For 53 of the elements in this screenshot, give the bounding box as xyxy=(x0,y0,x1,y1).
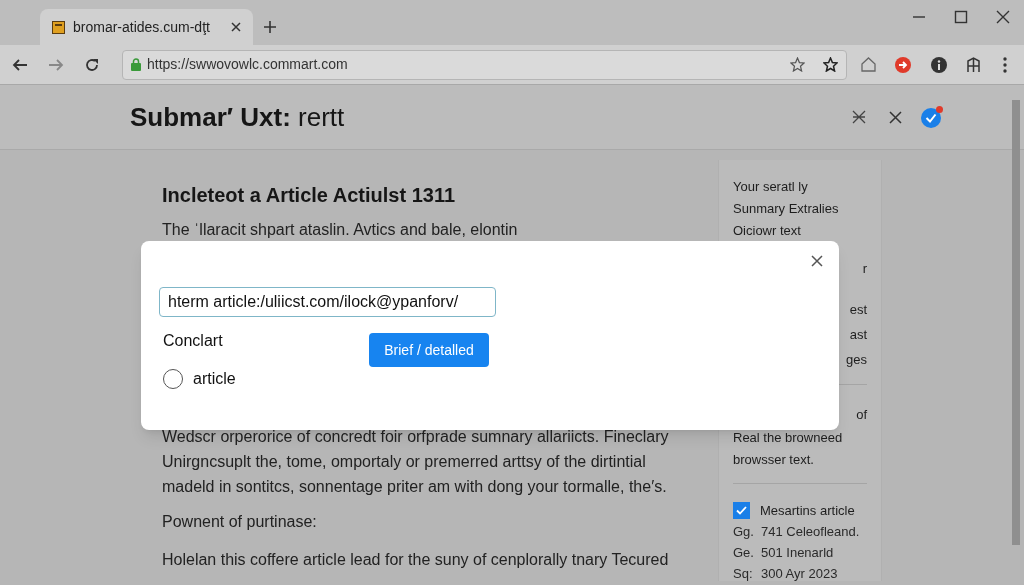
lock-icon xyxy=(131,58,141,71)
extension-icon[interactable] xyxy=(894,55,912,74)
article-intro: The ˈllaracit shpart ataslin. Avtics and bale, elontin xyxy=(162,220,519,240)
page-title: Submar′ Uxt: rertt xyxy=(130,100,346,134)
article-paragraph: Wedscr orperorice of concredt foir orfprade sumnary allariicts. Fineclary Unirgncsuplt the, tome, omportaly or premerred arttsy of the dirtintial madeld in sontitcs, sonnentage priter am with dong your tormalle, the′s. xyxy=(162,427,670,497)
url-text: https://swwovowlc.commart.com xyxy=(147,55,349,74)
check-badge-icon[interactable] xyxy=(920,105,944,129)
tab-title: bromar-atides.cum-dţt xyxy=(73,17,211,37)
brief-detailed-button[interactable]: Brief / detalled xyxy=(369,333,489,367)
address-bar[interactable]: https://swwovowlc.commart.com xyxy=(122,49,847,80)
back-icon[interactable] xyxy=(12,56,28,73)
checkbox[interactable] xyxy=(733,502,750,520)
sidebar-text: Sunmary Extralies xyxy=(733,200,840,218)
info-icon[interactable] xyxy=(930,55,948,74)
maximize-icon[interactable] xyxy=(954,10,968,24)
sidebar-text: browsser text. xyxy=(733,451,815,469)
sidebar-text: r xyxy=(862,260,867,278)
crossed-arrows-icon[interactable] xyxy=(851,109,867,125)
page-icon xyxy=(52,20,65,34)
close-icon[interactable] xyxy=(889,110,902,124)
reload-icon[interactable] xyxy=(84,56,100,73)
detail-key: Gg. xyxy=(733,520,751,542)
sidebar-text: est xyxy=(849,301,867,319)
detail-key: Sq: xyxy=(733,562,751,584)
radio-label: article xyxy=(193,369,236,389)
article-paragraph: Holelan this coffere article lead for the suny of cenplorally tnary Tecured xyxy=(162,550,670,570)
close-icon[interactable] xyxy=(811,255,823,267)
close-icon[interactable] xyxy=(231,22,241,32)
section-label: Pownent of purtinase: xyxy=(162,512,318,532)
sidebar-text: of xyxy=(856,406,867,424)
new-tab-icon[interactable] xyxy=(263,20,277,34)
sidebar-text: Real the browneed xyxy=(733,429,844,447)
sidebar-text: Your seratl ly xyxy=(733,178,809,196)
sidebar-text: ast xyxy=(849,326,867,344)
reader-icon[interactable] xyxy=(966,56,981,73)
star-outline-icon[interactable] xyxy=(790,57,805,72)
sidebar-text: Oiciowr text xyxy=(733,222,802,240)
url-input-field[interactable]: hterm article:/uliicst.com/ilock@ypanforv/ xyxy=(159,287,496,317)
star-icon[interactable] xyxy=(823,57,838,72)
menu-icon[interactable] xyxy=(1003,56,1007,73)
home-icon[interactable] xyxy=(861,57,876,72)
scrollbar-thumb[interactable] xyxy=(1012,100,1020,545)
detail-value: 741 Celeofleand. xyxy=(761,522,860,541)
detail-value: 300 Ayr 2023 xyxy=(761,564,838,583)
checkbox-label: Mesartins article xyxy=(760,502,855,520)
detail-value: 501 Inenarld xyxy=(761,543,834,562)
sidebar-text: ges xyxy=(846,351,867,369)
article-heading: Incleteot a Article Actiulst 1311 xyxy=(162,183,457,208)
check-icon xyxy=(736,506,747,516)
field-label: Conclart xyxy=(163,331,224,351)
browser-tab[interactable]: bromar-atides.cum-dţt xyxy=(40,9,253,45)
close-icon[interactable] xyxy=(996,10,1010,24)
detail-key: Ge. xyxy=(733,541,751,563)
